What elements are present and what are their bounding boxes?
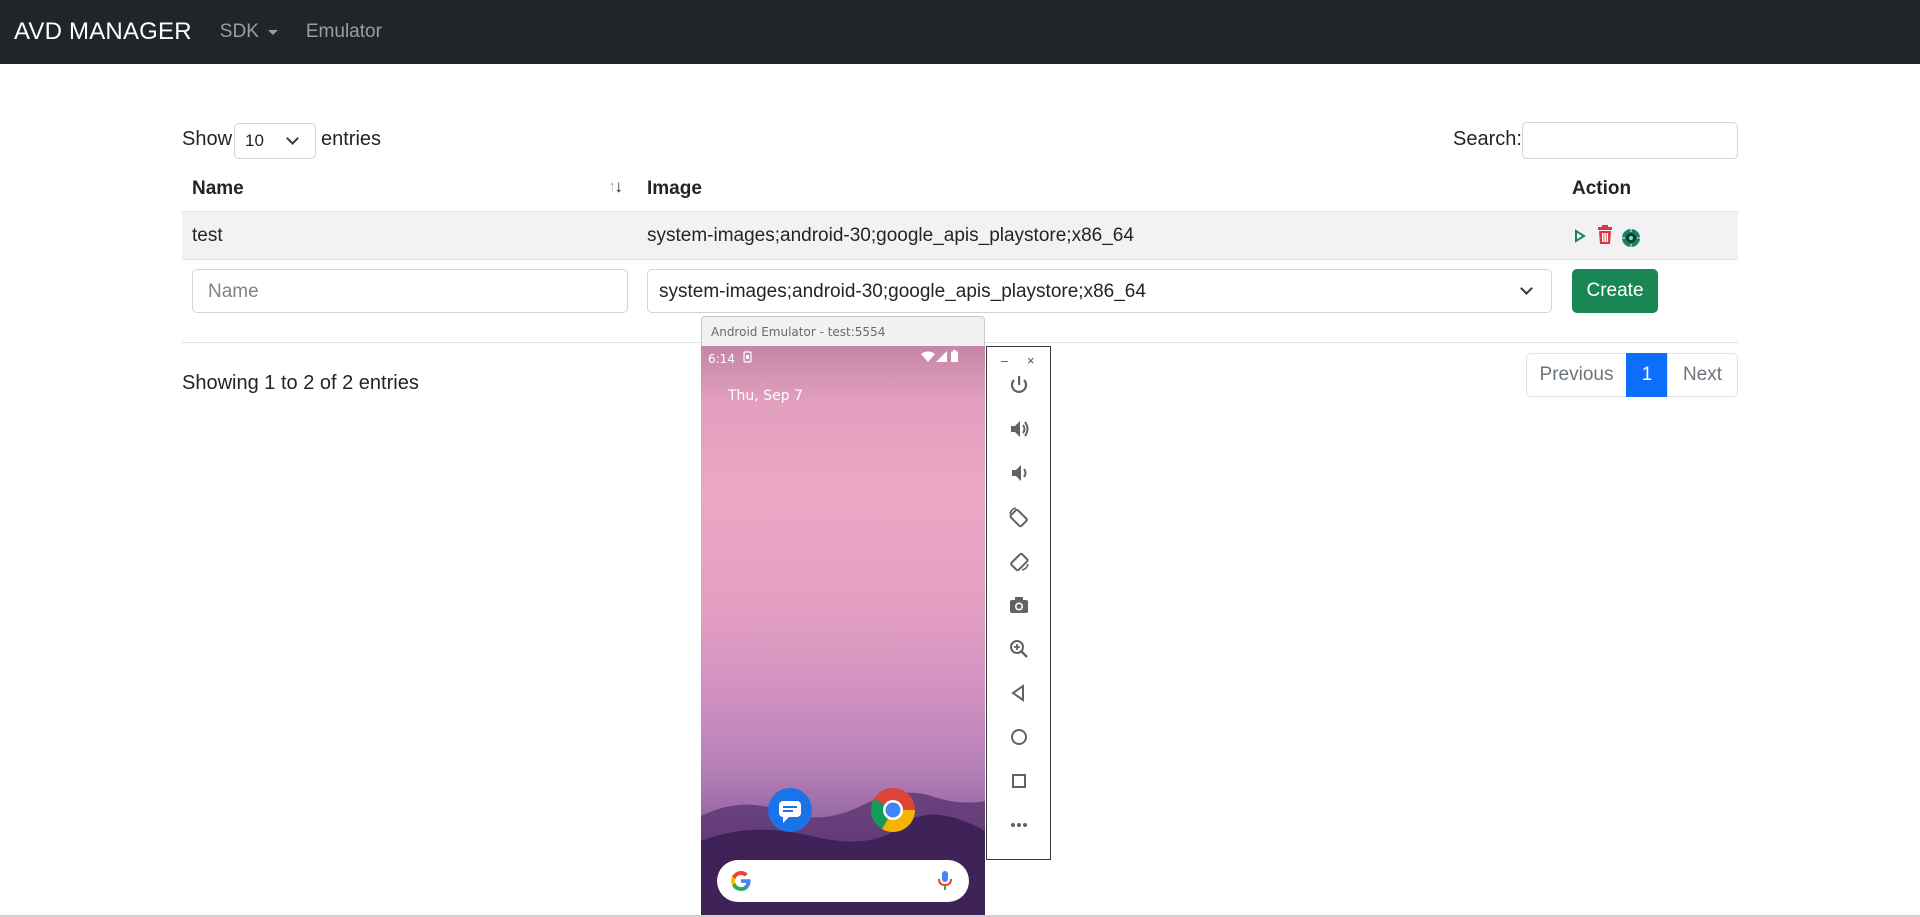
- emulator-screen[interactable]: 6:14 Thu, Sep 7: [701, 346, 985, 917]
- brand[interactable]: AVD MANAGER: [14, 18, 192, 46]
- column-header-action: Action: [1572, 178, 1632, 199]
- camera-icon[interactable]: [1003, 589, 1035, 621]
- close-button[interactable]: ×: [1027, 353, 1035, 368]
- power-icon[interactable]: [1003, 369, 1035, 401]
- google-g-icon: [729, 869, 753, 899]
- table-info: Showing 1 to 2 of 2 entries: [182, 372, 419, 394]
- chevron-down-icon: [286, 132, 299, 145]
- nav-sdk-dropdown[interactable]: SDK: [220, 21, 278, 43]
- more-icon[interactable]: [1003, 809, 1035, 841]
- back-icon[interactable]: [1003, 677, 1035, 709]
- play-icon[interactable]: [1573, 227, 1587, 250]
- search-input[interactable]: [1522, 122, 1738, 159]
- volume-down-icon[interactable]: [1003, 457, 1035, 489]
- create-button[interactable]: Create: [1572, 269, 1658, 313]
- status-time: 6:14: [708, 352, 735, 366]
- emulator-title-bar[interactable]: Android Emulator - test:5554: [701, 316, 985, 346]
- volume-up-icon[interactable]: [1003, 413, 1035, 445]
- date-widget[interactable]: Thu, Sep 7: [728, 388, 803, 404]
- nav-sdk-label: SDK: [219, 21, 259, 42]
- avd-name-placeholder: Name: [208, 281, 259, 302]
- image-select-value: system-images;android-30;google_apis_pla…: [659, 281, 1146, 302]
- search-label: Search:: [1453, 128, 1522, 150]
- chrome-app-icon[interactable]: [871, 788, 915, 832]
- overview-icon[interactable]: [1003, 765, 1035, 797]
- wifi-icon: [921, 351, 935, 365]
- rotate-left-icon[interactable]: [1003, 501, 1035, 533]
- column-header-image[interactable]: Image: [647, 178, 702, 200]
- signal-icon: [936, 351, 947, 365]
- messages-app-icon[interactable]: [768, 788, 812, 832]
- sim-icon: [743, 351, 752, 366]
- nav-emulator[interactable]: Emulator: [306, 21, 382, 43]
- column-header-name[interactable]: Name: [192, 178, 244, 200]
- home-icon[interactable]: [1003, 721, 1035, 753]
- sort-icon[interactable]: ↑↓: [608, 177, 623, 197]
- caret-down-icon: [267, 29, 278, 35]
- page-length-select[interactable]: 10: [234, 123, 316, 159]
- minimize-button[interactable]: –: [1001, 353, 1008, 368]
- next-page-button[interactable]: Next: [1667, 353, 1738, 397]
- emulator-icon[interactable]: [1621, 228, 1641, 254]
- row-name: test: [192, 225, 223, 246]
- rotate-right-icon[interactable]: [1003, 545, 1035, 577]
- emulator-control-panel: – ×: [986, 346, 1051, 860]
- trash-icon[interactable]: [1596, 225, 1614, 251]
- google-search-bar[interactable]: [717, 860, 969, 902]
- row-image: system-images;android-30;google_apis_pla…: [647, 225, 1134, 246]
- zoom-icon[interactable]: [1003, 633, 1035, 665]
- entries-label: entries: [321, 128, 382, 150]
- page-length-value: 10: [245, 131, 264, 150]
- chevron-down-icon: [1520, 282, 1533, 295]
- avd-name-input[interactable]: Name: [192, 269, 628, 313]
- battery-icon: [951, 350, 958, 365]
- mic-icon[interactable]: [937, 870, 953, 898]
- page-1-button[interactable]: 1: [1626, 353, 1668, 397]
- row-divider: [182, 259, 1738, 260]
- navbar: AVD MANAGER SDK Emulator: [0, 0, 1920, 64]
- show-label: Show: [182, 128, 233, 150]
- previous-page-button[interactable]: Previous: [1526, 353, 1627, 397]
- image-select[interactable]: system-images;android-30;google_apis_pla…: [647, 269, 1552, 313]
